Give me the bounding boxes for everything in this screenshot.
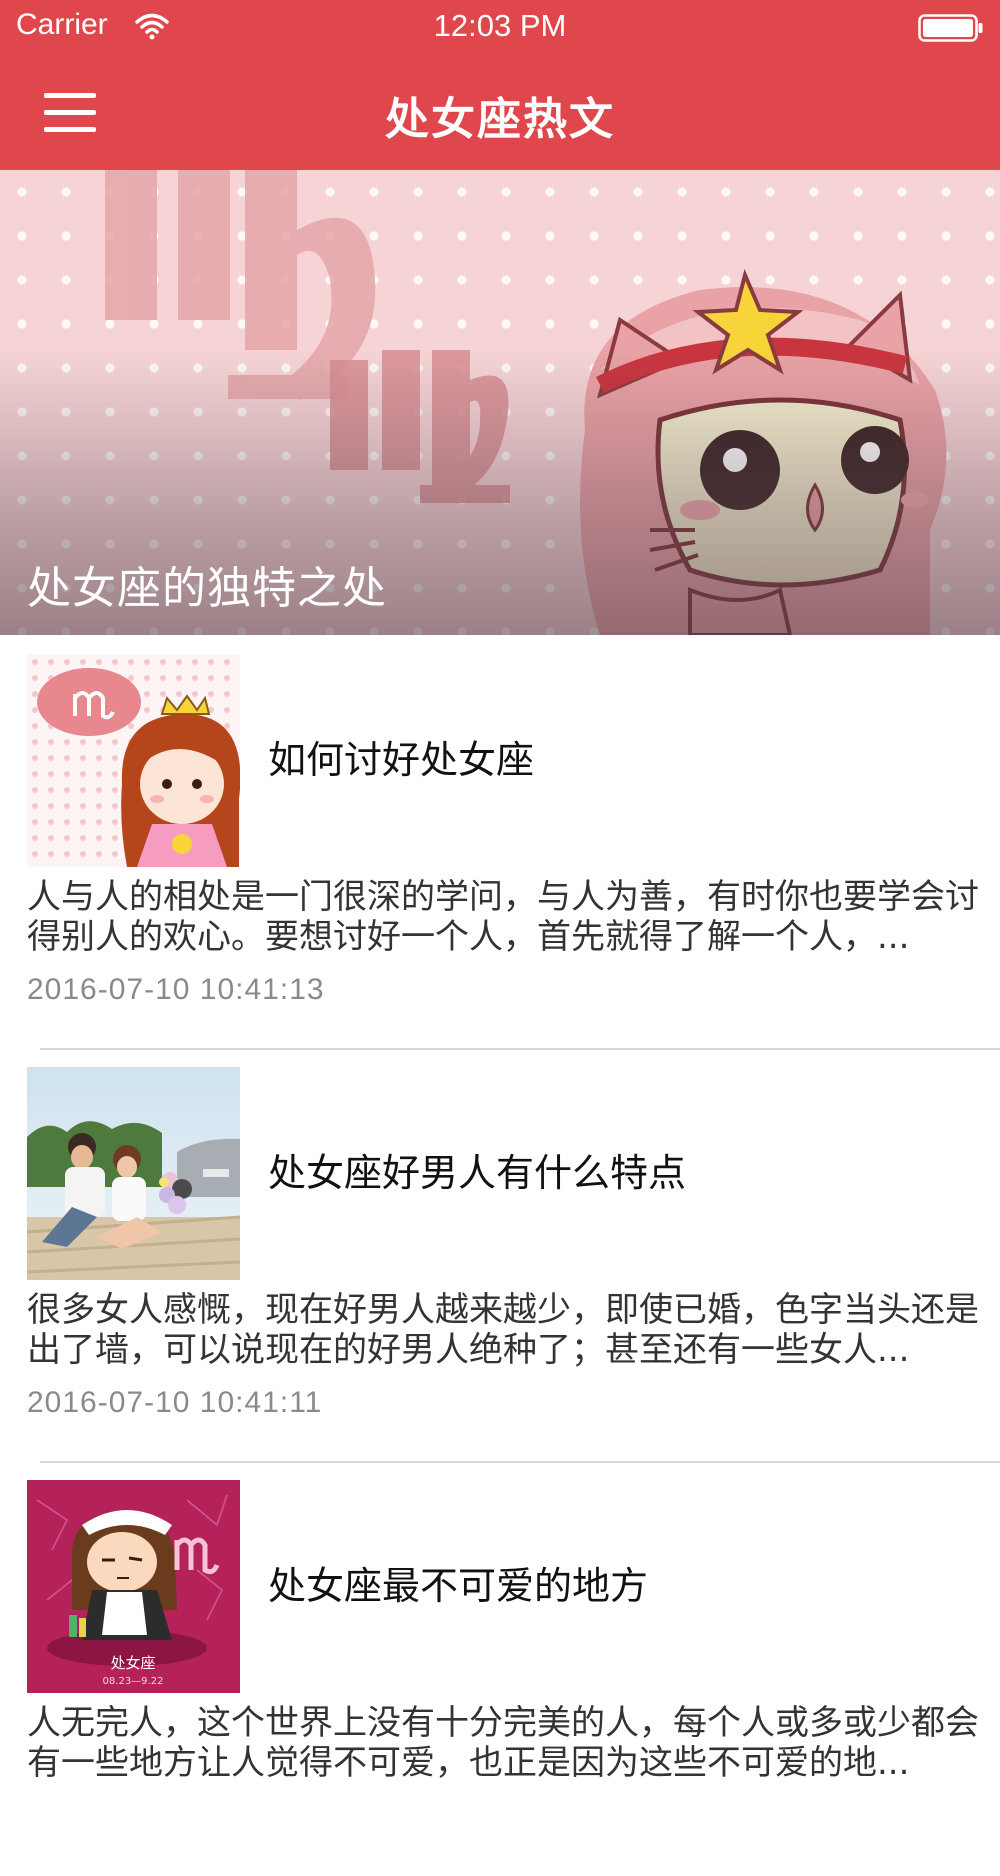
article-list: 如何讨好处女座 人与人的相处是一门很深的学问，与人为善，有时你也要学会讨得别人的… (0, 637, 1000, 1876)
article-thumbnail: 处女座 08.23—9.22 (27, 1480, 240, 1693)
page-title: 处女座热文 (385, 94, 615, 145)
status-bar: Carrier 12:03 PM (0, 0, 1000, 55)
article-date: 2016-07-10 10:41:11 (27, 1386, 323, 1419)
thumbnail-dates: 08.23—9.22 (103, 1676, 164, 1687)
thumbnail-label: 处女座 (110, 1654, 155, 1672)
article-title: 处女座好男人有什么特点 (268, 1151, 687, 1195)
list-item[interactable]: 处女座好男人有什么特点 很多女人感慨，现在好男人越来越少，即使已婚，色字当头还是… (0, 1050, 1000, 1463)
article-summary: 人无完人，这个世界上没有十分完美的人，每个人或多或少都会有一些地方让人觉得不可爱… (27, 1703, 979, 1783)
article-thumbnail (27, 1067, 240, 1280)
article-summary: 很多女人感慨，现在好男人越来越少，即使已婚，色字当头还是出了墙，可以说现在的好男… (27, 1290, 979, 1370)
list-item[interactable]: 如何讨好处女座 人与人的相处是一门很深的学问，与人为善，有时你也要学会讨得别人的… (0, 637, 1000, 1050)
article-title: 如何讨好处女座 (268, 738, 535, 782)
article-title: 处女座最不可爱的地方 (268, 1564, 649, 1608)
article-date: 2016-07-10 10:41:13 (27, 973, 325, 1006)
hero-banner[interactable]: 处女座的独特之处 (0, 170, 1000, 635)
battery-icon (918, 14, 984, 42)
navigation-bar: 处女座热文 (0, 55, 1000, 170)
article-summary: 人与人的相处是一门很深的学问，与人为善，有时你也要学会讨得别人的欢心。要想讨好一… (27, 877, 979, 957)
list-item[interactable]: 处女座 08.23—9.22 处女座最不可爱的地方 人无完人，这个世界上没有十分… (0, 1463, 1000, 1876)
article-thumbnail (27, 654, 240, 867)
hero-caption: 处女座的独特之处 (27, 563, 387, 614)
status-time: 12:03 PM (433, 8, 567, 43)
